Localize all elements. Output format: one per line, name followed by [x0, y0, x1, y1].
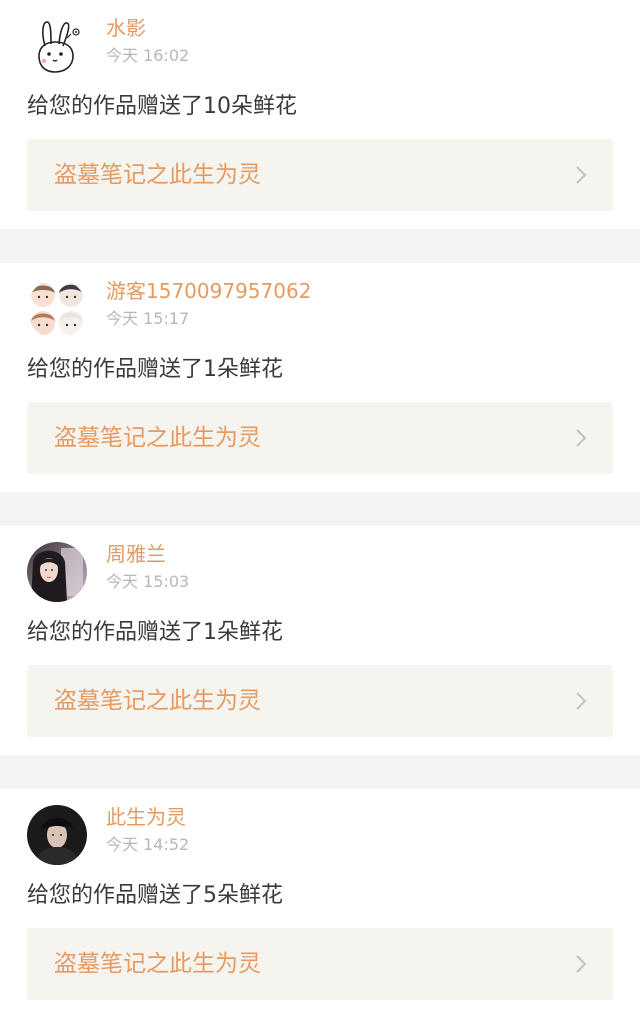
work-link-button[interactable]: 盗墓笔记之此生为灵 — [27, 139, 613, 211]
rabbit-sketch-avatar-icon — [27, 16, 87, 76]
woman-photo-avatar-icon — [27, 542, 87, 602]
work-title: 盗墓笔记之此生为灵 — [54, 951, 261, 977]
man-photo-avatar-icon — [27, 805, 87, 865]
gift-message: 给您的作品赠送了1朵鲜花 — [27, 357, 283, 382]
username[interactable]: 周雅兰 — [106, 541, 166, 567]
work-title: 盗墓笔记之此生为灵 — [54, 688, 261, 714]
chevron-right-icon — [575, 165, 587, 185]
notification-list: 水影 今天 16:02 给您的作品赠送了10朵鲜花 盗墓笔记之此生为灵 游客15… — [0, 0, 640, 1016]
notification-card: 水影 今天 16:02 给您的作品赠送了10朵鲜花 盗墓笔记之此生为灵 — [0, 0, 640, 229]
timestamp: 今天 15:17 — [106, 309, 190, 328]
timestamp: 今天 14:52 — [106, 835, 190, 854]
timestamp: 今天 16:02 — [106, 46, 190, 65]
chevron-right-icon — [575, 691, 587, 711]
chevron-right-icon — [575, 954, 587, 974]
gift-message: 给您的作品赠送了1朵鲜花 — [27, 620, 283, 645]
user-avatar[interactable] — [27, 279, 87, 339]
username[interactable]: 水影 — [106, 15, 146, 41]
work-link-button[interactable]: 盗墓笔记之此生为灵 — [27, 928, 613, 1000]
notification-card: 游客1570097957062 今天 15:17 给您的作品赠送了1朵鲜花 盗墓… — [0, 263, 640, 492]
username[interactable]: 此生为灵 — [106, 804, 186, 830]
user-avatar[interactable] — [27, 805, 87, 865]
work-link-button[interactable]: 盗墓笔记之此生为灵 — [27, 665, 613, 737]
user-avatar[interactable] — [27, 542, 87, 602]
work-title: 盗墓笔记之此生为灵 — [54, 162, 261, 188]
work-title: 盗墓笔记之此生为灵 — [54, 425, 261, 451]
work-link-button[interactable]: 盗墓笔记之此生为灵 — [27, 402, 613, 474]
chevron-right-icon — [575, 428, 587, 448]
cartoon-group-avatar-icon — [27, 279, 87, 339]
timestamp: 今天 15:03 — [106, 572, 190, 591]
username[interactable]: 游客1570097957062 — [106, 278, 311, 304]
gift-message: 给您的作品赠送了5朵鲜花 — [27, 883, 283, 908]
gift-message: 给您的作品赠送了10朵鲜花 — [27, 94, 297, 119]
notification-card: 周雅兰 今天 15:03 给您的作品赠送了1朵鲜花 盗墓笔记之此生为灵 — [0, 526, 640, 755]
user-avatar[interactable] — [27, 16, 87, 76]
notification-card: 此生为灵 今天 14:52 给您的作品赠送了5朵鲜花 盗墓笔记之此生为灵 — [0, 789, 640, 1016]
